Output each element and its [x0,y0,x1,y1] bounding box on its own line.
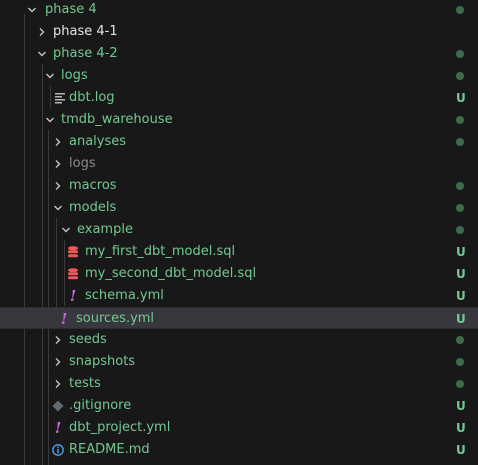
chevron-down-icon[interactable] [50,197,66,219]
tree-item-label: schema.yml [85,288,164,303]
tree-item-label: analyses [69,134,127,149]
tree-file-row[interactable]: ! dbt_project.yml U [0,417,478,439]
tree-item-label: phase 4-2 [53,46,118,61]
tree-item-label: logs [61,68,88,83]
chevron-right-icon[interactable] [50,351,66,373]
chevron-right-icon[interactable] [34,21,50,43]
modified-indicator-dot [456,72,464,80]
untracked-status-badge: U [456,421,466,435]
tree-folder-row[interactable]: logs [0,65,478,87]
untracked-status-badge: U [456,399,466,413]
modified-indicator-dot [456,380,464,388]
tree-folder-row[interactable]: analyses [0,131,478,153]
tree-item-label: macros [69,178,117,193]
yaml-icon: ! [69,287,77,305]
modified-indicator-dot [456,6,464,14]
yaml-icon: ! [60,310,68,328]
untracked-status-badge: U [456,267,466,281]
chevron-down-icon[interactable] [24,0,40,21]
tree-folder-row[interactable]: models [0,197,478,219]
tree-file-row[interactable]: .gitignore U [0,395,478,417]
tree-file-row[interactable]: README.md U [0,439,478,461]
tree-folder-row[interactable]: example [0,219,478,241]
log-file-icon [52,87,68,109]
tree-folder-row[interactable]: phase 4 [0,0,478,21]
tree-file-row[interactable]: my_first_dbt_model.sql U [0,241,478,263]
tree-folder-row[interactable]: logs [0,153,478,175]
tree-folder-row[interactable]: snapshots [0,351,478,373]
tree-folder-row[interactable]: phase 4-2 [0,43,478,65]
tree-item-label: phase 4 [45,2,97,17]
tree-file-row[interactable]: ! schema.yml U [0,285,478,307]
chevron-down-icon[interactable] [42,109,58,131]
tree-item-label: sources.yml [76,311,155,326]
tree-item-label: .gitignore [69,398,132,413]
tree-folder-row[interactable]: tmdb_warehouse [0,109,478,131]
modified-indicator-dot [456,204,464,212]
file-explorer-tree: phase 4 phase 4-1 phase 4-2 logs dbt.log Utmd… [0,0,478,465]
tree-item-label: README.md [69,442,150,457]
database-icon [65,263,81,285]
tree-file-row[interactable]: dbt.log U [0,87,478,109]
tree-folder-row[interactable]: tests [0,373,478,395]
modified-indicator-dot [456,50,464,58]
chevron-right-icon[interactable] [50,153,66,175]
modified-indicator-dot [456,116,464,124]
untracked-status-badge: U [456,289,466,303]
untracked-status-badge: U [456,312,466,326]
modified-indicator-dot [456,138,464,146]
untracked-status-badge: U [456,91,466,105]
chevron-down-icon[interactable] [34,43,50,65]
tree-file-row[interactable]: my_second_dbt_model.sql U [0,263,478,285]
tree-item-label: logs [69,156,96,171]
chevron-right-icon[interactable] [50,175,66,197]
tree-item-label: my_second_dbt_model.sql [85,266,257,281]
modified-indicator-dot [456,336,464,344]
chevron-right-icon[interactable] [50,131,66,153]
database-icon [65,241,81,263]
tree-item-label: my_first_dbt_model.sql [85,244,236,259]
untracked-status-badge: U [456,245,466,259]
tree-item-label: seeds [69,332,107,347]
tree-item-label: models [69,200,117,215]
tree-folder-row[interactable]: seeds [0,329,478,351]
tree-item-label: phase 4-1 [53,24,118,39]
untracked-status-badge: U [456,443,466,457]
chevron-down-icon[interactable] [42,65,58,87]
chevron-right-icon[interactable] [50,373,66,395]
tree-item-label: snapshots [69,354,136,369]
tree-folder-row[interactable]: macros [0,175,478,197]
tree-folder-row[interactable]: phase 4-1 [0,21,478,43]
modified-indicator-dot [456,182,464,190]
tree-item-label: example [77,222,133,237]
tree-item-label: tmdb_warehouse [61,112,173,127]
tree-file-row[interactable]: ! sources.yml U [0,307,478,329]
modified-indicator-dot [456,358,464,366]
info-icon [50,439,66,461]
chevron-right-icon[interactable] [50,329,66,351]
chevron-down-icon[interactable] [58,219,74,241]
git-icon [50,395,66,417]
yaml-icon: ! [54,419,62,437]
modified-indicator-dot [456,226,464,234]
tree-item-label: tests [69,376,101,391]
tree-item-label: dbt_project.yml [69,420,171,435]
tree-item-label: dbt.log [69,90,115,105]
